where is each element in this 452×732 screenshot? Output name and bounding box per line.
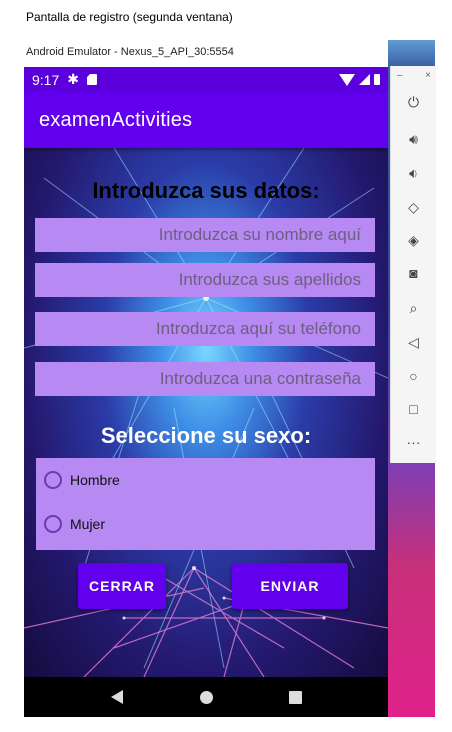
nombre-field[interactable] — [35, 218, 375, 252]
password-field[interactable] — [35, 362, 375, 396]
document-caption: Pantalla de registro (segunda ventana) — [26, 10, 233, 24]
emulator-toolbar: – × ⏻ 🔊︎ 🔉︎ ◇ ◈ ◙ ⌕ ◁ ○ □ ··· — [390, 66, 436, 463]
back-icon[interactable]: ◁ — [391, 334, 436, 351]
camera-icon[interactable]: ◙ — [391, 265, 436, 281]
volume-up-icon[interactable]: 🔊︎ — [391, 131, 436, 148]
apellidos-field[interactable] — [35, 263, 375, 297]
enviar-button[interactable]: ENVIAR — [232, 563, 348, 609]
sd-card-icon — [86, 74, 97, 85]
sexo-radio-group: Hombre Mujer — [36, 458, 375, 550]
radio-button-icon[interactable] — [44, 471, 62, 489]
cerrar-button[interactable]: CERRAR — [78, 563, 166, 609]
emulator-window-title: Android Emulator - Nexus_5_API_30:5554 — [26, 46, 234, 58]
back-icon[interactable] — [111, 690, 123, 704]
rotate-right-icon[interactable]: ◈ — [391, 232, 436, 249]
radio-label: Mujer — [70, 516, 106, 532]
gear-icon: ✱ — [67, 71, 79, 87]
volume-down-icon[interactable]: 🔉︎ — [391, 165, 436, 182]
battery-icon — [374, 74, 380, 85]
form-heading: Introduzca sus datos: — [92, 178, 320, 203]
overview-icon[interactable]: □ — [391, 401, 436, 417]
more-icon[interactable]: ··· — [391, 434, 436, 450]
radio-hombre[interactable]: Hombre — [44, 471, 120, 489]
navigation-bar — [24, 677, 388, 717]
wifi-icon — [339, 73, 355, 86]
status-time: 9:17 — [32, 71, 60, 88]
app-bar: examenActivities — [24, 92, 388, 148]
toolbar-window-controls: – × — [397, 70, 431, 81]
sexo-heading: Seleccione su sexo: — [100, 423, 312, 448]
radio-mujer[interactable]: Mujer — [44, 515, 105, 533]
recents-icon[interactable] — [289, 691, 302, 704]
form-area: Introduzca sus datos: Seleccione su sexo… — [24, 148, 388, 677]
emulator-screen: 9:17 ✱ examenActivities Introduzca sus d… — [24, 67, 388, 717]
home-icon[interactable]: ○ — [391, 368, 436, 384]
app-title: examenActivities — [39, 108, 193, 131]
signal-icon — [359, 74, 370, 85]
minimize-icon[interactable]: – — [397, 70, 403, 81]
status-bar: 9:17 ✱ — [24, 67, 388, 92]
close-icon[interactable]: × — [425, 70, 431, 81]
telefono-field[interactable] — [35, 312, 375, 346]
radio-label: Hombre — [70, 472, 120, 488]
zoom-icon[interactable]: ⌕ — [391, 300, 436, 317]
home-icon[interactable] — [200, 691, 213, 704]
radio-button-icon[interactable] — [44, 515, 62, 533]
rotate-left-icon[interactable]: ◇ — [391, 199, 436, 216]
power-icon[interactable]: ⏻ — [391, 94, 436, 111]
